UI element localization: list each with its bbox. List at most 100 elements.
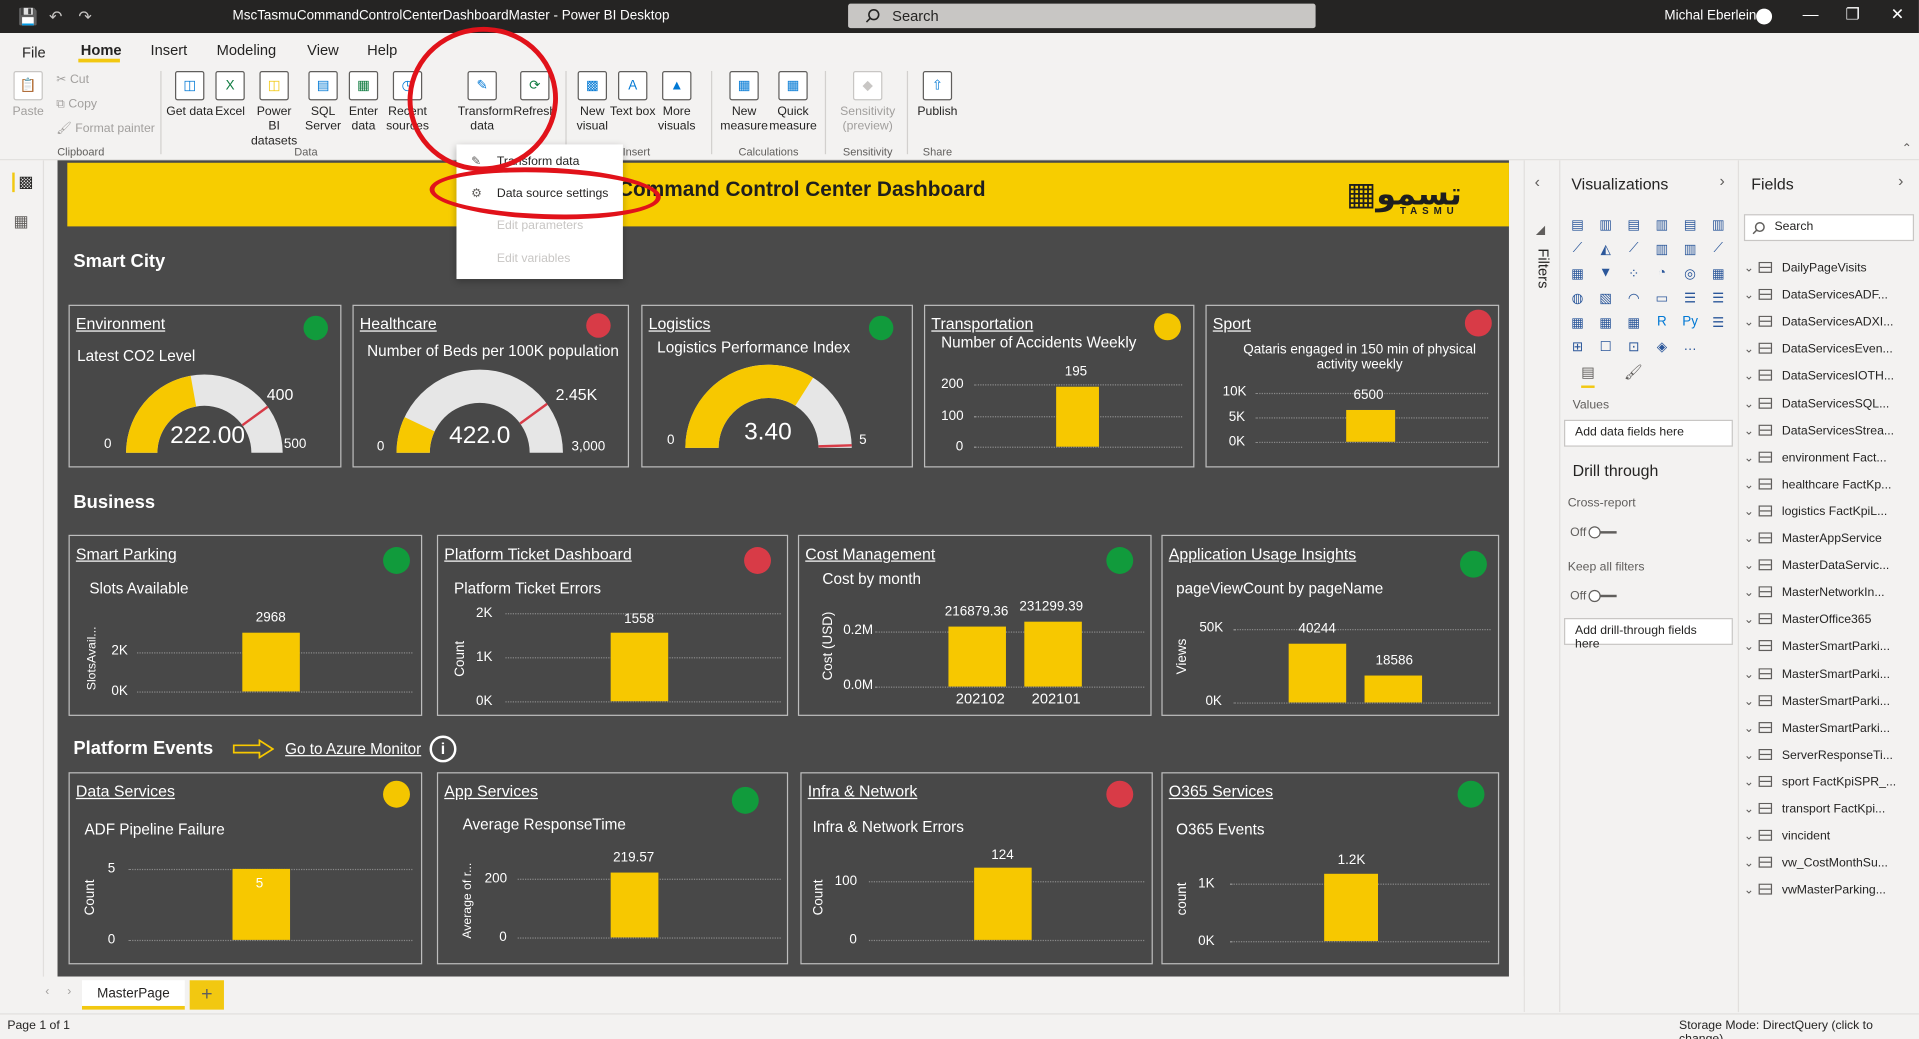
card-app-services[interactable]: App Services Average ResponseTime Averag… [436,772,789,965]
card-link[interactable]: Transportation [931,315,1033,333]
visual-type-icon[interactable]: ▦ [1597,315,1614,331]
chevron-down-icon[interactable]: ⌄ [1744,424,1759,437]
cut-button[interactable]: ✂ Cut [56,73,89,86]
excel-button[interactable]: X Excel [206,70,255,120]
filters-pane[interactable]: ‹ ◢ Filters [1523,160,1560,1013]
card-smart-parking[interactable]: Smart Parking Slots Available SlotsAvail… [68,534,423,716]
visual-type-icon[interactable]: ◠ [1625,290,1642,306]
visual-type-icon[interactable]: ◎ [1682,266,1699,282]
chevron-down-icon[interactable]: ⌄ [1744,478,1759,491]
visual-type-icon[interactable]: ▤ [1569,217,1586,233]
format-painter-button[interactable]: 🖌 Format painter [56,122,155,135]
card-link[interactable]: Environment [76,315,165,333]
undo-icon[interactable]: ↶ [49,7,62,27]
card-o365-services[interactable]: O365 Services O365 Events count 1K 0K 1.… [1161,772,1500,965]
field-table-item[interactable]: ⌄ MasterNetworkIn... [1744,586,1915,600]
chevron-down-icon[interactable]: ⌄ [1744,316,1759,329]
chevron-left-icon[interactable]: ‹ [45,985,49,998]
visual-type-icon[interactable]: ◍ [1569,290,1586,306]
visual-type-icon[interactable]: ◔ [1653,266,1670,281]
card-link[interactable]: Smart Parking [76,545,177,563]
storage-mode[interactable]: Storage Mode: DirectQuery (click to chan… [1679,1019,1919,1039]
pbi-datasets-button[interactable]: ◫ Power BI datasets [250,70,299,149]
info-icon[interactable]: i [429,735,457,763]
visual-type-icon[interactable]: ⟋ [1569,241,1586,257]
chevron-down-icon[interactable]: ⌄ [1744,532,1759,545]
save-icon[interactable]: 💾 [18,7,38,27]
sensitivity-button[interactable]: ◆ Sensitivity (preview) [837,70,898,135]
visual-type-icon[interactable]: R [1653,315,1670,330]
card-link[interactable]: Platform Ticket Dashboard [444,545,631,563]
card-sport[interactable]: Sport Qataris engaged in 150 min of phys… [1205,304,1500,468]
field-table-item[interactable]: ⌄ DailyPageVisits [1744,261,1915,275]
card-infra-network[interactable]: Infra & Network Infra & Network Errors C… [800,772,1153,965]
visual-type-icon[interactable]: ▥ [1682,241,1699,257]
visual-type-icon[interactable]: … [1682,339,1699,354]
chevron-right-icon[interactable]: › [67,985,71,998]
visual-type-icon[interactable]: ▦ [1710,266,1727,282]
chevron-down-icon[interactable]: ⌄ [1744,451,1759,464]
visual-type-icon[interactable]: ▭ [1653,290,1670,306]
field-table-item[interactable]: ⌄ ServerResponseTi... [1744,748,1915,762]
visual-type-icon[interactable]: ☰ [1710,290,1727,306]
minimize-icon[interactable]: — [1803,5,1819,23]
card-healthcare[interactable]: Healthcare Number of Beds per 100K popul… [352,304,630,468]
chevron-down-icon[interactable]: ⌄ [1744,857,1759,870]
redo-icon[interactable]: ↷ [78,7,91,27]
card-link[interactable]: Healthcare [360,315,437,333]
card-link[interactable]: Infra & Network [808,782,918,800]
collapse-ribbon-icon[interactable]: ⌃ [1902,142,1912,155]
visual-type-icon[interactable]: ◈ [1653,339,1670,355]
visual-type-icon[interactable]: ▦ [1569,266,1586,282]
card-link[interactable]: Data Services [76,782,175,800]
card-link[interactable]: Sport [1213,315,1251,333]
field-table-item[interactable]: ⌄ sport FactKpiSPR_... [1744,775,1915,789]
chevron-down-icon[interactable]: ⌄ [1744,397,1759,410]
visual-type-icon[interactable]: ☰ [1710,315,1727,331]
visual-type-icon[interactable]: ☰ [1682,290,1699,306]
field-table-item[interactable]: ⌄ MasterOffice365 [1744,613,1915,627]
card-data-services[interactable]: Data Services ADF Pipeline Failure Count… [68,772,423,965]
chevron-down-icon[interactable]: ⌄ [1744,370,1759,383]
chevron-down-icon[interactable]: ⌄ [1744,559,1759,572]
chevron-down-icon[interactable]: ⌄ [1744,803,1759,816]
visual-type-icon[interactable]: ▥ [1653,241,1670,257]
chevron-down-icon[interactable]: ⌄ [1744,695,1759,708]
publish-button[interactable]: ⇧ Publish [913,70,962,120]
more-visuals-button[interactable]: ▲ More visuals [652,70,701,135]
fields-search-input[interactable]: Search [1743,214,1915,242]
chevron-down-icon[interactable]: ⌄ [1744,505,1759,518]
new-measure-button[interactable]: ▦ New measure [720,70,769,135]
field-table-item[interactable]: ⌄ MasterSmartParki... [1744,640,1915,654]
filters-label[interactable]: Filters [1535,248,1552,288]
close-icon[interactable]: ✕ [1891,5,1904,25]
field-table-item[interactable]: ⌄ MasterSmartParki... [1744,721,1915,735]
visual-type-icon[interactable]: ⟋ [1710,241,1727,257]
chevron-down-icon[interactable]: ⌄ [1744,262,1759,275]
chevron-down-icon[interactable]: ⌄ [1744,830,1759,843]
visual-type-icon[interactable]: ⁘ [1625,266,1642,282]
card-link[interactable]: App Services [444,782,538,800]
chevron-down-icon[interactable]: ⌄ [1744,749,1759,762]
restore-icon[interactable]: ❐ [1845,5,1859,25]
chevron-down-icon[interactable]: ⌄ [1744,776,1759,789]
field-table-item[interactable]: ⌄ vincident [1744,829,1915,843]
field-table-item[interactable]: ⌄ healthcare FactKp... [1744,478,1915,492]
quick-measure-button[interactable]: ▦ Quick measure [769,70,818,135]
card-link[interactable]: Application Usage Insights [1169,545,1356,563]
values-well[interactable]: Add data fields here [1564,419,1733,447]
chevron-down-icon[interactable]: ⌄ [1744,289,1759,302]
visual-type-icon[interactable]: ▤ [1682,217,1699,233]
menu-item-edit-variables[interactable]: Edit variables [497,252,570,265]
visual-type-icon[interactable]: ▼ [1597,266,1614,281]
field-table-item[interactable]: ⌄ transport FactKpi... [1744,802,1915,816]
visual-type-icon[interactable]: ▦ [1569,315,1586,331]
menu-view[interactable]: View [307,42,339,59]
visual-type-icon[interactable]: ⊞ [1569,339,1586,355]
visual-type-icon[interactable]: ▤ [1625,217,1642,233]
menu-insert[interactable]: Insert [151,42,188,59]
visual-type-icon[interactable]: ☐ [1597,339,1614,355]
page-tab-masterpage[interactable]: MasterPage [81,980,185,1010]
chevron-down-icon[interactable]: ⌄ [1744,343,1759,356]
card-environment[interactable]: Environment Latest CO2 Level 222.00 0 50… [68,304,342,468]
